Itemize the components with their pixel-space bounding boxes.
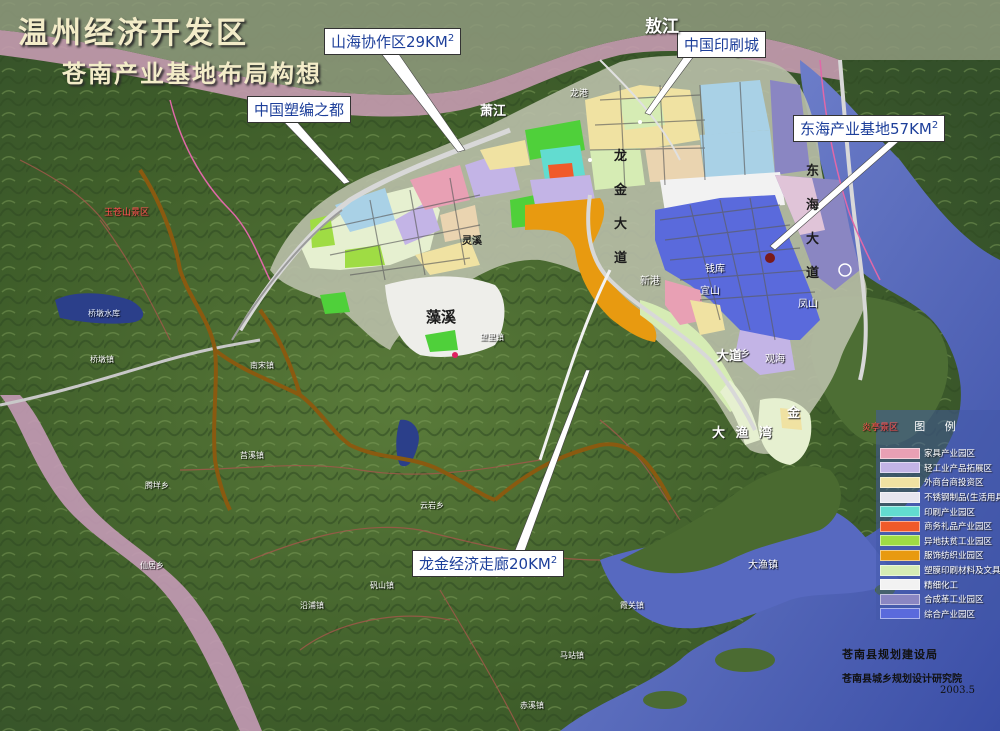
legend-label: 商务礼品产业园区 — [924, 522, 993, 533]
legend-swatch — [880, 476, 920, 488]
legend-swatch — [880, 579, 920, 591]
label-datong: 大道 — [716, 349, 743, 364]
label-zhen8: 矾山镇 — [370, 581, 394, 590]
callout-shanhai-exp: 2 — [447, 33, 455, 44]
callout-longjin-zone: 龙金经济走廊20KM2 — [412, 550, 565, 577]
legend-label: 外商台商投资区 — [924, 478, 984, 489]
legend-label: 塑膜印刷材料及文具用品 — [924, 566, 1000, 577]
callout-donghai-text: 东海产业基地57KM — [800, 120, 932, 138]
label-zhen5: 霞关镇 — [620, 601, 644, 610]
legend-item: 服饰纺织业园区 — [880, 548, 998, 563]
legend-label: 轻工业产品拓展区 — [924, 463, 993, 474]
legend-label: 异地扶贫工业园区 — [924, 536, 993, 547]
legend-item: 精细化工 — [880, 577, 998, 592]
callout-donghai-exp: 2 — [931, 120, 939, 131]
label-zhen1: 龙港 — [570, 89, 589, 99]
map-legend: 图 例 家具产业园区轻工业产品拓展区 外商台商投资区不锈钢制品(生活用具) 印刷产业… — [880, 418, 1000, 622]
legend-label: 印刷产业园区 — [924, 507, 976, 518]
island-1 — [715, 648, 775, 672]
legend-rows: 家具产业园区轻工业产品拓展区 外商台商投资区不锈钢制品(生活用具) 印刷产业园区商务… — [880, 446, 1000, 622]
label-north-scenic: 玉苍山景区 — [104, 208, 150, 218]
legend-label: 家具产业园区 — [924, 449, 976, 460]
legend-item: 商务礼品产业园区 — [880, 519, 998, 534]
label-zhen11: 腾垟乡 — [145, 481, 169, 490]
legend-item: 外商台商投资区 — [880, 475, 998, 490]
legend-title: 图 例 — [914, 420, 964, 433]
planning-map: 温州经济开发区 苍南产业基地布局构想 山海协作区29KM2 中国塑编之都 中国印… — [0, 0, 1000, 731]
label-zhen3: 马站镇 — [560, 651, 584, 660]
legend-swatch — [880, 506, 920, 518]
callout-longjin-exp: 2 — [550, 555, 558, 566]
island-2 — [643, 691, 687, 709]
legend-swatch — [880, 549, 920, 561]
label-zhen13: 云岩乡 — [420, 501, 444, 510]
legend-swatch — [880, 593, 920, 605]
legend-swatch — [880, 447, 920, 459]
legend-item: 综合产业园区 — [880, 607, 998, 622]
label-reservoir: 桥墩水库 — [88, 309, 120, 318]
label-yishan: 宜山 — [700, 286, 720, 297]
callout-yinshua: 中国印刷城 — [677, 31, 767, 58]
legend-swatch — [880, 608, 920, 620]
credit-institute: 苍南县城乡规划设计研究院 — [842, 674, 962, 685]
legend-swatch — [880, 462, 920, 474]
label-zhen7: 桥墩镇 — [90, 355, 114, 364]
label-lingxi: 灵溪 — [462, 236, 482, 247]
label-east-road: 东 海 大 道 — [806, 164, 820, 281]
callout-longjin-text: 龙金经济走廊20KM — [419, 555, 551, 573]
label-dayuwan: 大 渔 湾 — [712, 426, 776, 441]
label-zhen4: 赤溪镇 — [520, 701, 544, 710]
callout-shanhai-text: 山海协作区29KM — [331, 33, 448, 51]
legend-label: 不锈钢制品(生活用具) — [924, 493, 1000, 504]
credit-date: 2003.5 — [940, 685, 975, 696]
label-xiaojiang: 萧江 — [480, 104, 507, 119]
credit-bureau: 苍南县规划建设局 — [842, 648, 938, 661]
legend-swatch — [880, 491, 920, 503]
legend-item: 印刷产业园区 — [880, 504, 998, 519]
map-subtitle: 苍南产业基地布局构想 — [62, 59, 322, 88]
label-qianku: 钱库 — [705, 264, 725, 275]
label-guanhai: 观海 — [765, 354, 785, 365]
legend-item: 合成革工业园区 — [880, 592, 998, 607]
label-zhen6: 沿浦镇 — [300, 601, 324, 610]
legend-item: 轻工业产品拓展区 — [880, 461, 998, 476]
legend-label: 服饰纺织业园区 — [924, 551, 984, 562]
label-aojiang: 敖江 — [645, 17, 679, 37]
label-zhen2: 望里镇 — [480, 333, 504, 342]
callout-suobian: 中国塑编之都 — [247, 96, 352, 123]
label-xingang: 新港 — [640, 276, 660, 287]
legend-item: 异地扶贫工业园区 — [880, 534, 998, 549]
label-zaoxi: 藻溪 — [426, 308, 457, 326]
legend-label: 综合产业园区 — [924, 609, 976, 620]
legend-swatch — [880, 564, 920, 576]
legend-label: 精细化工 — [924, 580, 959, 591]
label-zhen12: 仙居乡 — [140, 561, 164, 570]
callout-donghai-zone: 东海产业基地57KM2 — [793, 115, 946, 142]
label-dayuzhen: 大渔镇 — [748, 560, 778, 571]
label-zhen9: 南宋镇 — [250, 361, 274, 370]
legend-item: 塑膜印刷材料及文具用品 — [880, 563, 1000, 578]
label-fengshan: 凤山 — [798, 299, 818, 310]
legend-label: 合成革工业园区 — [924, 595, 984, 606]
callout-shanhai-zone: 山海协作区29KM2 — [324, 28, 462, 55]
label-jinxiang: 金 — [787, 406, 801, 421]
legend-swatch — [880, 520, 920, 532]
legend-item: 家具产业园区 — [880, 446, 998, 461]
legend-swatch — [880, 535, 920, 547]
legend-item: 不锈钢制品(生活用具) — [880, 490, 1000, 505]
map-title: 温州经济开发区 — [18, 16, 249, 51]
label-zhen10: 莒溪镇 — [240, 451, 264, 460]
label-longjin-road: 龙 金 大 道 — [614, 149, 628, 266]
